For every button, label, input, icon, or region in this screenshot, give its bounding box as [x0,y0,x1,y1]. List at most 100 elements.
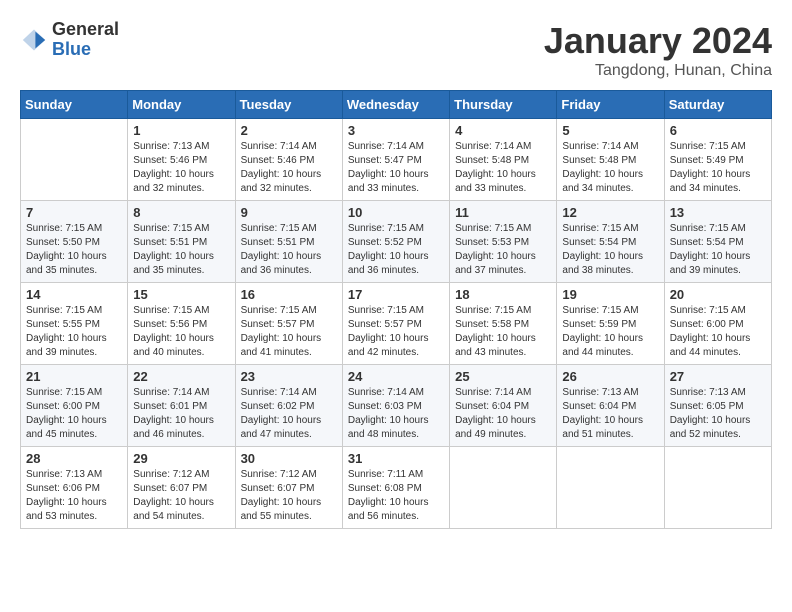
day-number: 24 [348,369,444,384]
calendar-cell: 7 Sunrise: 7:15 AM Sunset: 5:50 PM Daylig… [21,201,128,283]
weekday-header: Sunday [21,91,128,119]
calendar-cell: 10 Sunrise: 7:15 AM Sunset: 5:52 PM Dayli… [342,201,449,283]
calendar-cell: 15Sunrise: 7:15 AM Sunset: 5:56 PM Dayli… [128,283,235,365]
calendar-cell: 1Sunrise: 7:13 AM Sunset: 5:46 PM Daylig… [128,119,235,201]
calendar-cell: 9 Sunrise: 7:15 AM Sunset: 5:51 PM Daylig… [235,201,342,283]
logo-text: General Blue [52,20,119,60]
calendar-cell: 2 Sunrise: 7:14 AM Sunset: 5:46 PM Daylig… [235,119,342,201]
calendar-cell: 5Sunrise: 7:14 AM Sunset: 5:48 PM Daylig… [557,119,664,201]
day-info: Sunrise: 7:14 AM Sunset: 5:46 PM Dayligh… [241,140,337,196]
calendar-cell: 31 Sunrise: 7:11 AM Sunset: 6:08 PM Dayli… [342,447,449,529]
day-info: Sunrise: 7:14 AM Sunset: 5:48 PM Dayligh… [455,140,551,196]
calendar-cell: 27 Sunrise: 7:13 AM Sunset: 6:05 PM Dayli… [664,365,771,447]
calendar-week-row: 14 Sunrise: 7:15 AM Sunset: 5:55 PM Dayli… [21,283,772,365]
calendar-cell: 13 Sunrise: 7:15 AM Sunset: 5:54 PM Dayli… [664,201,771,283]
day-number: 9 [241,205,337,220]
day-number: 19 [562,287,658,302]
calendar-week-row: 7 Sunrise: 7:15 AM Sunset: 5:50 PM Daylig… [21,201,772,283]
page-header: General Blue January 2024 Tangdong, Huna… [20,20,772,80]
calendar-cell: 20 Sunrise: 7:15 AM Sunset: 6:00 PM Dayli… [664,283,771,365]
day-number: 10 [348,205,444,220]
day-info: Sunrise: 7:11 AM Sunset: 6:08 PM Dayligh… [348,468,444,524]
calendar-cell: 11Sunrise: 7:15 AM Sunset: 5:53 PM Dayli… [450,201,557,283]
day-info: Sunrise: 7:15 AM Sunset: 5:50 PM Dayligh… [26,222,122,278]
calendar-cell: 17 Sunrise: 7:15 AM Sunset: 5:57 PM Dayli… [342,283,449,365]
calendar-cell: 14 Sunrise: 7:15 AM Sunset: 5:55 PM Dayli… [21,283,128,365]
calendar-cell: 24Sunrise: 7:14 AM Sunset: 6:03 PM Dayli… [342,365,449,447]
day-info: Sunrise: 7:14 AM Sunset: 5:47 PM Dayligh… [348,140,444,196]
day-info: Sunrise: 7:15 AM Sunset: 5:57 PM Dayligh… [241,304,337,360]
day-number: 6 [670,123,766,138]
logo: General Blue [20,20,119,60]
weekday-header: Tuesday [235,91,342,119]
calendar-cell: 4 Sunrise: 7:14 AM Sunset: 5:48 PM Daylig… [450,119,557,201]
day-number: 27 [670,369,766,384]
day-number: 30 [241,451,337,466]
calendar-cell: 12 Sunrise: 7:15 AM Sunset: 5:54 PM Dayli… [557,201,664,283]
day-info: Sunrise: 7:15 AM Sunset: 5:59 PM Dayligh… [562,304,658,360]
day-number: 25 [455,369,551,384]
day-number: 12 [562,205,658,220]
day-info: Sunrise: 7:15 AM Sunset: 5:54 PM Dayligh… [562,222,658,278]
calendar-week-row: 28 Sunrise: 7:13 AM Sunset: 6:06 PM Dayli… [21,447,772,529]
calendar-cell: 19 Sunrise: 7:15 AM Sunset: 5:59 PM Dayli… [557,283,664,365]
calendar-cell: 30Sunrise: 7:12 AM Sunset: 6:07 PM Dayli… [235,447,342,529]
day-number: 17 [348,287,444,302]
day-number: 8 [133,205,229,220]
day-number: 26 [562,369,658,384]
calendar-cell: 26Sunrise: 7:13 AM Sunset: 6:04 PM Dayli… [557,365,664,447]
day-info: Sunrise: 7:15 AM Sunset: 5:52 PM Dayligh… [348,222,444,278]
day-info: Sunrise: 7:15 AM Sunset: 5:57 PM Dayligh… [348,304,444,360]
day-info: Sunrise: 7:15 AM Sunset: 5:51 PM Dayligh… [241,222,337,278]
month-title: January 2024 [544,20,772,62]
day-number: 14 [26,287,122,302]
day-info: Sunrise: 7:15 AM Sunset: 6:00 PM Dayligh… [670,304,766,360]
day-number: 15 [133,287,229,302]
calendar-cell: 21 Sunrise: 7:15 AM Sunset: 6:00 PM Dayli… [21,365,128,447]
weekday-header: Wednesday [342,91,449,119]
day-number: 20 [670,287,766,302]
day-number: 16 [241,287,337,302]
day-number: 28 [26,451,122,466]
location: Tangdong, Hunan, China [544,62,772,80]
day-number: 13 [670,205,766,220]
day-number: 22 [133,369,229,384]
day-info: Sunrise: 7:15 AM Sunset: 6:00 PM Dayligh… [26,386,122,442]
day-number: 31 [348,451,444,466]
day-number: 23 [241,369,337,384]
day-number: 7 [26,205,122,220]
day-info: Sunrise: 7:14 AM Sunset: 6:04 PM Dayligh… [455,386,551,442]
day-info: Sunrise: 7:12 AM Sunset: 6:07 PM Dayligh… [133,468,229,524]
day-number: 18 [455,287,551,302]
day-number: 2 [241,123,337,138]
weekday-header-row: SundayMondayTuesdayWednesdayThursdayFrid… [21,91,772,119]
day-info: Sunrise: 7:13 AM Sunset: 6:05 PM Dayligh… [670,386,766,442]
calendar-cell: 25 Sunrise: 7:14 AM Sunset: 6:04 PM Dayli… [450,365,557,447]
calendar-week-row: 1Sunrise: 7:13 AM Sunset: 5:46 PM Daylig… [21,119,772,201]
day-info: Sunrise: 7:13 AM Sunset: 5:46 PM Dayligh… [133,140,229,196]
calendar-cell: 29Sunrise: 7:12 AM Sunset: 6:07 PM Dayli… [128,447,235,529]
calendar-cell: 16 Sunrise: 7:15 AM Sunset: 5:57 PM Dayli… [235,283,342,365]
calendar-cell: 28 Sunrise: 7:13 AM Sunset: 6:06 PM Dayli… [21,447,128,529]
weekday-header: Thursday [450,91,557,119]
day-info: Sunrise: 7:15 AM Sunset: 5:54 PM Dayligh… [670,222,766,278]
calendar-cell [557,447,664,529]
day-number: 3 [348,123,444,138]
day-info: Sunrise: 7:14 AM Sunset: 6:02 PM Dayligh… [241,386,337,442]
weekday-header: Monday [128,91,235,119]
calendar-cell: 18Sunrise: 7:15 AM Sunset: 5:58 PM Dayli… [450,283,557,365]
calendar-cell: 23 Sunrise: 7:14 AM Sunset: 6:02 PM Dayli… [235,365,342,447]
day-info: Sunrise: 7:15 AM Sunset: 5:53 PM Dayligh… [455,222,551,278]
day-number: 21 [26,369,122,384]
day-number: 4 [455,123,551,138]
calendar-cell: 6 Sunrise: 7:15 AM Sunset: 5:49 PM Daylig… [664,119,771,201]
day-info: Sunrise: 7:15 AM Sunset: 5:55 PM Dayligh… [26,304,122,360]
calendar-cell: 22Sunrise: 7:14 AM Sunset: 6:01 PM Dayli… [128,365,235,447]
weekday-header: Friday [557,91,664,119]
calendar-cell [450,447,557,529]
day-info: Sunrise: 7:15 AM Sunset: 5:49 PM Dayligh… [670,140,766,196]
day-info: Sunrise: 7:13 AM Sunset: 6:06 PM Dayligh… [26,468,122,524]
logo-general: General [52,20,119,40]
day-info: Sunrise: 7:15 AM Sunset: 5:51 PM Dayligh… [133,222,229,278]
day-number: 5 [562,123,658,138]
